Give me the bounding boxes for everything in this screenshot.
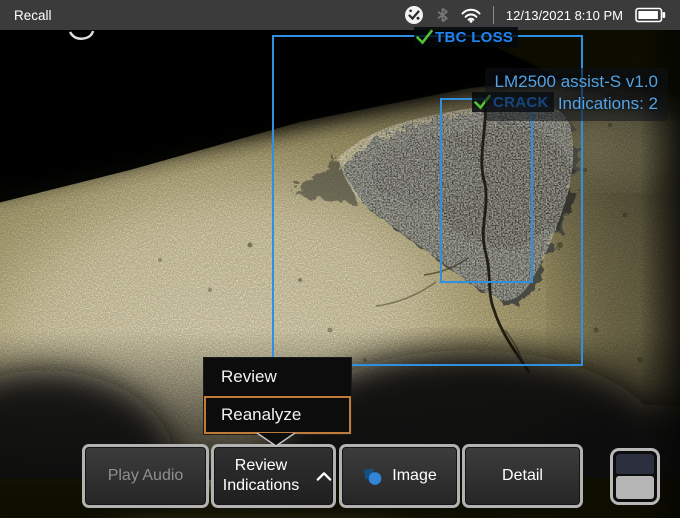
play-audio-button-frame: Play Audio bbox=[82, 444, 209, 508]
detail-button-frame: Detail bbox=[462, 444, 583, 508]
analysis-title: LM2500 assist-S v1.0 bbox=[495, 71, 658, 93]
datetime: 12/13/2021 8:10 PM bbox=[506, 8, 623, 23]
chevron-up-icon bbox=[316, 470, 332, 482]
detail-button[interactable]: Detail bbox=[465, 447, 580, 505]
image-icon bbox=[362, 467, 383, 486]
screen-title: Recall bbox=[14, 8, 52, 23]
review-indications-button[interactable]: Review Indications bbox=[214, 447, 333, 505]
check-icon bbox=[416, 29, 433, 45]
status-icons: 12/13/2021 8:10 PM bbox=[404, 5, 666, 25]
popup-menu: Review Reanalyze bbox=[203, 357, 352, 435]
image-button[interactable]: Image bbox=[342, 447, 457, 505]
connect-icon bbox=[404, 5, 424, 25]
bluetooth-icon bbox=[436, 6, 449, 24]
image-button-frame: Image bbox=[339, 444, 460, 508]
display-toggle-bottom-pane bbox=[616, 476, 654, 499]
wifi-icon bbox=[461, 8, 481, 23]
status-bar: Recall 12/13/2021 8:10 PM bbox=[0, 0, 680, 30]
status-divider bbox=[493, 6, 494, 24]
indications-count: Indications: 2 bbox=[495, 93, 658, 115]
review-indications-button-frame: Review Indications bbox=[211, 444, 336, 508]
menu-item-review[interactable]: Review bbox=[204, 358, 351, 396]
analysis-info: LM2500 assist-S v1.0 Indications: 2 bbox=[485, 68, 668, 121]
menu-item-reanalyze[interactable]: Reanalyze bbox=[204, 396, 351, 434]
detection-label-tbc-loss[interactable]: TBC LOSS bbox=[414, 27, 518, 47]
inspection-viewport: TBC LOSS CRACK LM2500 assist-S v1.0 Indi… bbox=[0, 30, 680, 518]
display-toggle-button[interactable] bbox=[610, 448, 660, 505]
display-toggle-top-pane bbox=[616, 454, 654, 474]
detection-box-crack[interactable]: CRACK bbox=[440, 98, 533, 283]
battery-icon bbox=[635, 7, 666, 23]
play-audio-button[interactable]: Play Audio bbox=[85, 447, 206, 505]
menu-caret-icon bbox=[256, 433, 296, 447]
